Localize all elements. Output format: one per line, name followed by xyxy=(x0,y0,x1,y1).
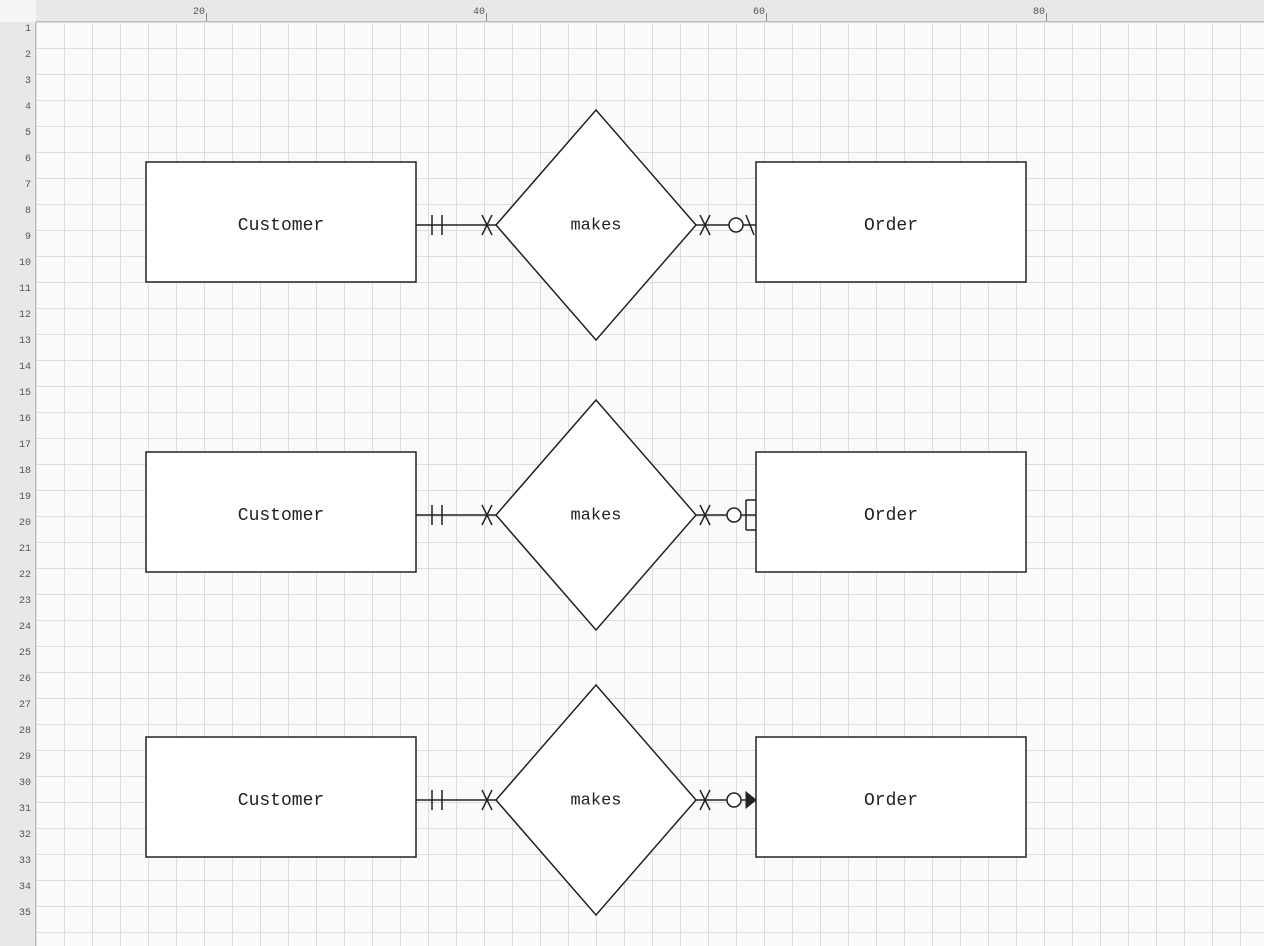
ruler-mark-80: 80 xyxy=(1033,7,1045,18)
makes-label-3: makes xyxy=(570,791,621,810)
makes-label-2: makes xyxy=(570,506,621,525)
arrow-filled-3 xyxy=(746,792,756,808)
customer-label-3: Customer xyxy=(238,791,324,811)
order-label-3: Order xyxy=(864,791,918,811)
customer-label-2: Customer xyxy=(238,506,324,526)
ruler-mark-60: 60 xyxy=(753,7,765,18)
ruler-mark-20: 20 xyxy=(193,7,205,18)
makes-label-1: makes xyxy=(570,216,621,235)
zero-circle-3 xyxy=(727,793,741,807)
ruler-mark-40: 40 xyxy=(473,7,485,18)
zero-circle-1 xyxy=(729,218,743,232)
canvas-container: 20 40 60 80 1 2 3 4 5 6 7 8 9 10 11 12 1… xyxy=(0,0,1264,946)
diagram-area[interactable]: Customer makes Order xyxy=(36,22,1264,946)
diagram-svg: Customer makes Order xyxy=(36,22,1264,946)
order-label-1: Order xyxy=(864,216,918,236)
customer-label-1: Customer xyxy=(238,216,324,236)
ruler-left: 1 2 3 4 5 6 7 8 9 10 11 12 13 14 15 16 1… xyxy=(0,22,36,946)
ruler-top: 20 40 60 80 xyxy=(36,0,1264,22)
zero-circle-2 xyxy=(727,508,741,522)
order-label-2: Order xyxy=(864,506,918,526)
